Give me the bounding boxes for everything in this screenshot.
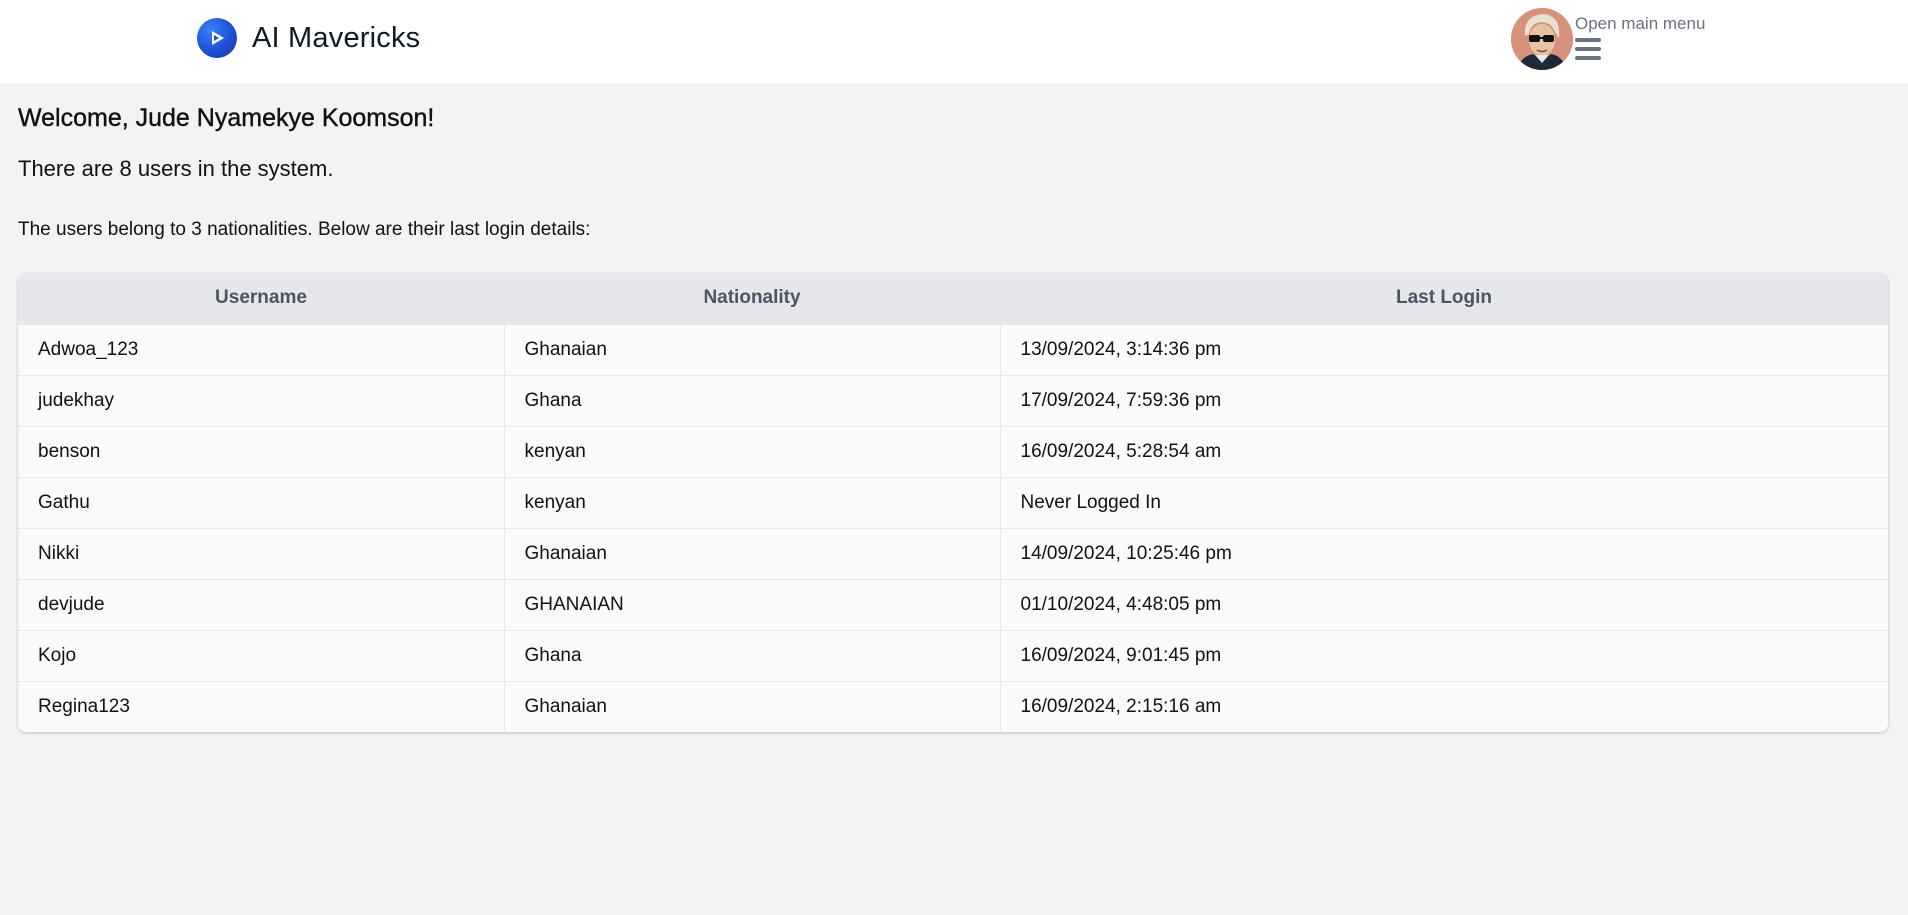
nationality-summary: The users belong to 3 nationalities. Bel… <box>18 219 591 240</box>
column-header-nationality: Nationality <box>703 287 801 309</box>
cell-username: devjude <box>18 579 505 630</box>
users-table-card: Username Nationality Last Login Adwoa_12… <box>18 273 1888 732</box>
brand-link[interactable]: AI Mavericks <box>197 18 420 58</box>
top-navbar: AI Mavericks Open main menu <box>0 0 1908 83</box>
table-row: devjude GHANAIAN 01/10/2024, 4:48:05 pm <box>18 579 1888 630</box>
cell-username: Regina123 <box>18 681 505 732</box>
table-row: Adwoa_123 Ghanaian 13/09/2024, 3:14:36 p… <box>18 324 1888 375</box>
users-table: Username Nationality Last Login Adwoa_12… <box>18 273 1888 732</box>
cell-username: Adwoa_123 <box>18 324 505 375</box>
play-circle-icon <box>197 18 237 58</box>
cell-username: benson <box>18 426 505 477</box>
table-row: judekhay Ghana 17/09/2024, 7:59:36 pm <box>18 375 1888 426</box>
table-row: Gathu kenyan Never Logged In <box>18 477 1888 528</box>
cell-nationality: Ghanaian <box>504 681 1001 732</box>
cell-last-login: 17/09/2024, 7:59:36 pm <box>1020 389 1222 411</box>
cell-last-login: 14/09/2024, 10:25:46 pm <box>1020 542 1232 564</box>
cell-nationality: kenyan <box>504 477 1001 528</box>
user-area: Open main menu <box>1511 8 1705 70</box>
cell-nationality: Ghana <box>504 375 1001 426</box>
user-count-text: There are 8 users in the system. <box>18 156 334 181</box>
cell-nationality: Ghanaian <box>504 324 1001 375</box>
table-row: Regina123 Ghanaian 16/09/2024, 2:15:16 a… <box>18 681 1888 732</box>
cell-last-login: Never Logged In <box>1020 491 1162 513</box>
cell-last-login: 13/09/2024, 3:14:36 pm <box>1020 338 1222 360</box>
cell-nationality: Ghana <box>504 630 1001 681</box>
table-row: Kojo Ghana 16/09/2024, 9:01:45 pm <box>18 630 1888 681</box>
cell-username: Gathu <box>18 477 505 528</box>
menu-label: Open main menu <box>1575 14 1706 33</box>
cell-username: Nikki <box>18 528 505 579</box>
brand-name: AI Mavericks <box>252 21 421 54</box>
table-header-row: Username Nationality Last Login <box>18 273 1888 324</box>
main-menu-toggle[interactable]: Open main menu <box>1575 15 1705 60</box>
cell-username: Kojo <box>18 630 505 681</box>
cell-last-login: 01/10/2024, 4:48:05 pm <box>1020 593 1222 615</box>
cell-username: judekhay <box>18 375 505 426</box>
cell-nationality: Ghanaian <box>504 528 1001 579</box>
main-content: Welcome, Jude Nyamekye Koomson! There ar… <box>18 104 1888 241</box>
cell-last-login: 16/09/2024, 9:01:45 pm <box>1020 644 1222 666</box>
welcome-heading: Welcome, Jude Nyamekye Koomson! <box>18 104 435 132</box>
user-avatar[interactable] <box>1511 8 1573 70</box>
hamburger-icon[interactable] <box>1575 38 1601 60</box>
column-header-username: Username <box>215 287 307 309</box>
cell-nationality: kenyan <box>504 426 1001 477</box>
cell-nationality: GHANAIAN <box>504 579 1001 630</box>
table-row: benson kenyan 16/09/2024, 5:28:54 am <box>18 426 1888 477</box>
cell-last-login: 16/09/2024, 2:15:16 am <box>1020 695 1222 717</box>
table-row: Nikki Ghanaian 14/09/2024, 10:25:46 pm <box>18 528 1888 579</box>
column-header-last-login: Last Login <box>1395 287 1493 309</box>
cell-last-login: 16/09/2024, 5:28:54 am <box>1020 440 1222 462</box>
